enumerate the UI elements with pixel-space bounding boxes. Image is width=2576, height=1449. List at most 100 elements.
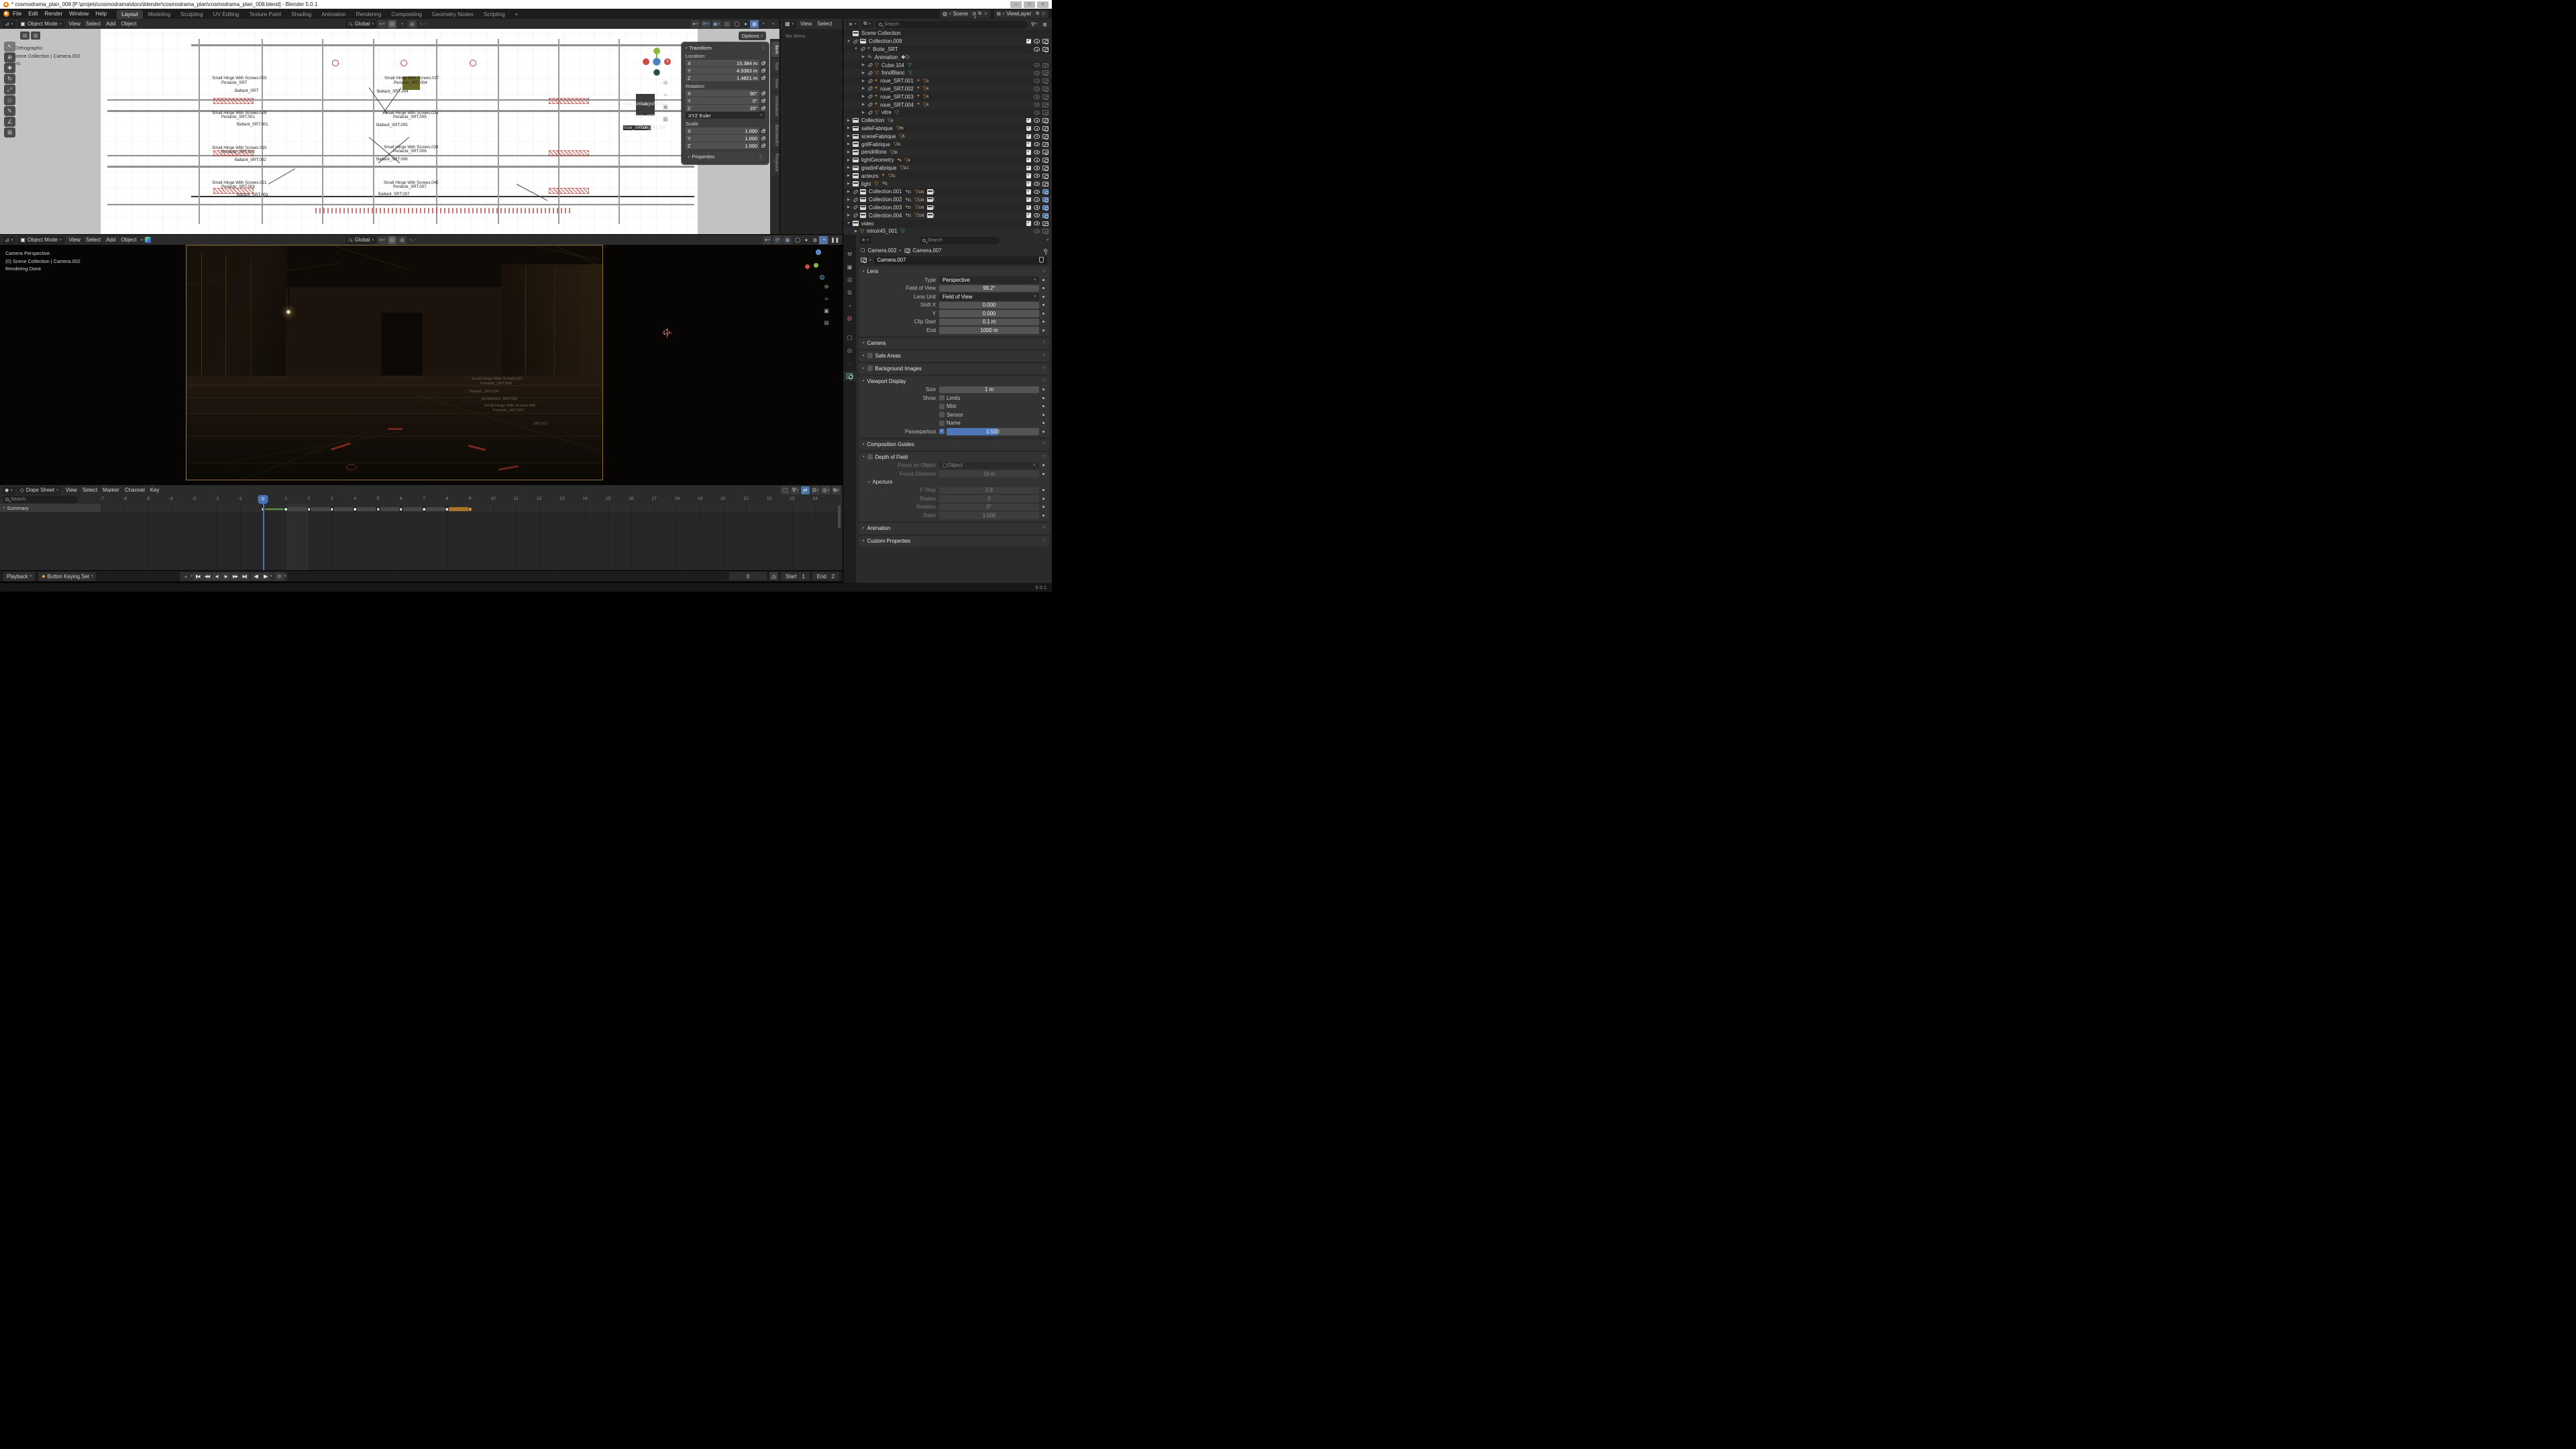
outliner-item-name[interactable]: Boite_SRT xyxy=(873,46,898,52)
hide-eye-icon[interactable] xyxy=(1034,173,1040,178)
hide-eye-icon[interactable] xyxy=(1034,62,1040,68)
panel-header[interactable]: ▸ Safe Areas ⠿ xyxy=(859,352,1049,360)
outliner-item-name[interactable]: Collection.009 xyxy=(869,38,902,44)
outliner-item-name[interactable]: acteurs xyxy=(861,173,879,179)
proportional-editing-toggle[interactable]: ◎ xyxy=(398,235,407,244)
menu-add[interactable]: Add xyxy=(103,21,118,27)
animate-dot[interactable] xyxy=(1042,489,1044,492)
frame-forward-button[interactable]: ▮▶ xyxy=(261,572,270,580)
summary-channel[interactable]: ▸ Summary xyxy=(0,504,101,512)
expand-toggle[interactable]: ▶ xyxy=(846,213,851,217)
timeline-ruler[interactable]: -7-6-5-4-3-2-101234567891011121314151617… xyxy=(0,495,843,504)
close-button[interactable]: × xyxy=(1037,1,1049,8)
exclude-checkbox[interactable]: ✓ xyxy=(1026,205,1031,211)
play-button[interactable]: ▶ xyxy=(221,572,230,580)
animate-dot[interactable] xyxy=(1042,321,1044,323)
hide-eye-icon[interactable] xyxy=(1034,197,1040,202)
outliner-item-name[interactable]: video xyxy=(861,221,874,227)
viewlayer-selector[interactable]: ⧉ ▾ ViewLayer ⧉ ✕ xyxy=(994,9,1049,18)
properties-editor[interactable]: ⚒ ▣ ⊟ ⧉ ◔ ◍ ▢ ◎ ◌ ≡ ▾ Search ▾ ▢ Camera.002 ▸ Cam… xyxy=(843,235,1052,583)
frame-back-button[interactable]: ◀▮ xyxy=(252,572,260,580)
expand-toggle[interactable]: ▶ xyxy=(861,111,866,115)
keying-options-dropdown[interactable]: ⧉ ▾ xyxy=(832,486,841,494)
shading-mode-switch[interactable]: ◯ ● ◍ ◔ xyxy=(733,19,767,28)
panel-header[interactable]: ▸ Custom Properties ⠿ xyxy=(859,537,1049,545)
prop-slider[interactable]: 0° xyxy=(939,503,1039,511)
tool-rotate[interactable]: ↻ xyxy=(4,74,15,84)
show-gizmo-toggle[interactable]: ⟳ ▾ xyxy=(701,19,710,28)
exclude-checkbox[interactable]: ✓ xyxy=(1026,142,1031,147)
exclude-checkbox[interactable]: ✓ xyxy=(1026,125,1031,131)
panel-header[interactable]: ▾ Lens ⠿ xyxy=(859,267,1049,276)
new-scene-icon[interactable]: ⧉ xyxy=(978,11,981,17)
rotation-mode-dropdown[interactable]: XYZ Euler ▾ xyxy=(686,112,765,119)
outliner-item-name[interactable]: light xyxy=(861,181,871,187)
disable-render-icon[interactable] xyxy=(1042,133,1049,140)
outliner-editor[interactable]: ≣ ▾ ⧉ ▾ Search ∇ ▾ ⊞ Scene Collection ▼ Colle… xyxy=(843,19,1052,235)
expand-toggle[interactable]: ▼ xyxy=(846,221,851,225)
hide-eye-icon[interactable] xyxy=(1034,158,1040,162)
proportional-falloff-dropdown[interactable]: ∿ ▾ xyxy=(408,236,417,244)
playhead-frame-label[interactable]: 0 xyxy=(258,495,268,504)
menu-channel[interactable]: Channel xyxy=(122,487,148,493)
transform-orientation-dropdown[interactable]: ⤯ Global ▾ xyxy=(345,19,377,28)
transform-rotation-y[interactable]: Y 0° xyxy=(686,97,759,104)
menu-file[interactable]: File xyxy=(9,11,25,17)
show-overlays-toggle[interactable]: ◉ xyxy=(783,235,792,244)
outliner-row[interactable]: ▶ lightGeometry +4 ▽ 4 ✓ xyxy=(843,156,1052,164)
menu-object[interactable]: Object xyxy=(118,21,139,27)
options-button[interactable]: Options ▾ xyxy=(738,32,766,40)
outliner-item-name[interactable]: vitre xyxy=(881,109,892,115)
axis-y-positive[interactable] xyxy=(653,48,660,54)
menu-edit[interactable]: Edit xyxy=(25,11,41,17)
object-visibility-dropdown[interactable]: ⌖ ▾ xyxy=(763,235,772,244)
panel-checkbox[interactable] xyxy=(867,353,873,358)
spreadsheet-editor[interactable]: ▦ ▾ View Select No items xyxy=(780,19,843,234)
tool-settings-icon[interactable]: ▥ xyxy=(31,32,40,40)
panel-header[interactable]: ▾ Depth of Field ⠿ xyxy=(859,453,1049,462)
shading-material[interactable]: ◍ xyxy=(810,236,819,244)
properties-search-input[interactable]: Search xyxy=(918,236,1000,244)
pin-id-icon[interactable] xyxy=(1044,248,1047,252)
outliner-item-name[interactable]: grillFabrique xyxy=(861,142,890,148)
exclude-checkbox[interactable]: ✓ xyxy=(1026,133,1031,139)
shading-material[interactable]: ◍ xyxy=(750,19,759,28)
animate-dot[interactable] xyxy=(1042,388,1044,391)
snap-magnet-toggle[interactable]: Ω xyxy=(388,19,397,28)
outliner-row[interactable]: ▶ Collection.002 +31 ▽ 126 2 ✓ xyxy=(843,195,1052,204)
panel-header[interactable]: ▸ Background Images ⠿ xyxy=(859,364,1049,373)
disable-render-icon[interactable] xyxy=(1042,229,1049,235)
lock-icon[interactable] xyxy=(761,136,765,140)
workspace-tab-modeling[interactable]: Modeling xyxy=(144,10,175,19)
transform-panel-header[interactable]: ▾ Transform ⣿ xyxy=(686,45,765,51)
shading-wireframe[interactable]: ◯ xyxy=(793,236,802,244)
channel-search-input[interactable]: Search xyxy=(3,496,78,503)
expand-toggle[interactable]: ▶ xyxy=(846,166,851,170)
prop-dropdown[interactable]: Perspective ▾ xyxy=(939,276,1039,284)
menu-window[interactable]: Window xyxy=(66,11,92,17)
menu-select[interactable]: Select xyxy=(83,21,103,27)
transform-scale-x[interactable]: X 1.000 xyxy=(686,127,759,134)
menu-marker[interactable]: Marker xyxy=(100,487,122,493)
prop-slider[interactable]: 0.000 xyxy=(939,310,1039,317)
axis-neg[interactable] xyxy=(820,275,824,280)
outliner-row[interactable]: ▼ + Boite_SRT xyxy=(843,46,1052,54)
animate-dot[interactable] xyxy=(1042,278,1044,281)
prop-slider[interactable]: 99.2° xyxy=(939,284,1039,292)
disable-render-icon[interactable] xyxy=(1042,78,1049,84)
exclude-checkbox[interactable]: ✓ xyxy=(1026,38,1031,44)
prop-slider[interactable]: 0 xyxy=(939,495,1039,502)
outliner-item-name[interactable]: Collection.001 xyxy=(869,189,902,195)
hide-eye-icon[interactable] xyxy=(1034,150,1040,155)
only-selected-toggle[interactable]: ⬚ xyxy=(780,486,790,494)
transform-location-z[interactable]: Z 1.4821 m xyxy=(686,74,759,81)
editor-type-button[interactable]: ⊿ ▾ xyxy=(2,235,16,244)
tool-fallback-icon[interactable]: ▤ xyxy=(20,32,30,40)
exclude-checkbox[interactable]: ✓ xyxy=(1026,189,1031,195)
expand-toggle[interactable]: ▶ xyxy=(846,126,851,130)
animate-dot[interactable] xyxy=(1042,472,1044,475)
outliner-item-name[interactable]: roue_SRT.003 xyxy=(880,94,914,100)
sync-toggle[interactable]: ⇄ xyxy=(800,486,810,494)
jump-start-button[interactable]: ▮◀ xyxy=(193,572,202,580)
fake-user-shield-icon[interactable] xyxy=(1039,257,1044,263)
